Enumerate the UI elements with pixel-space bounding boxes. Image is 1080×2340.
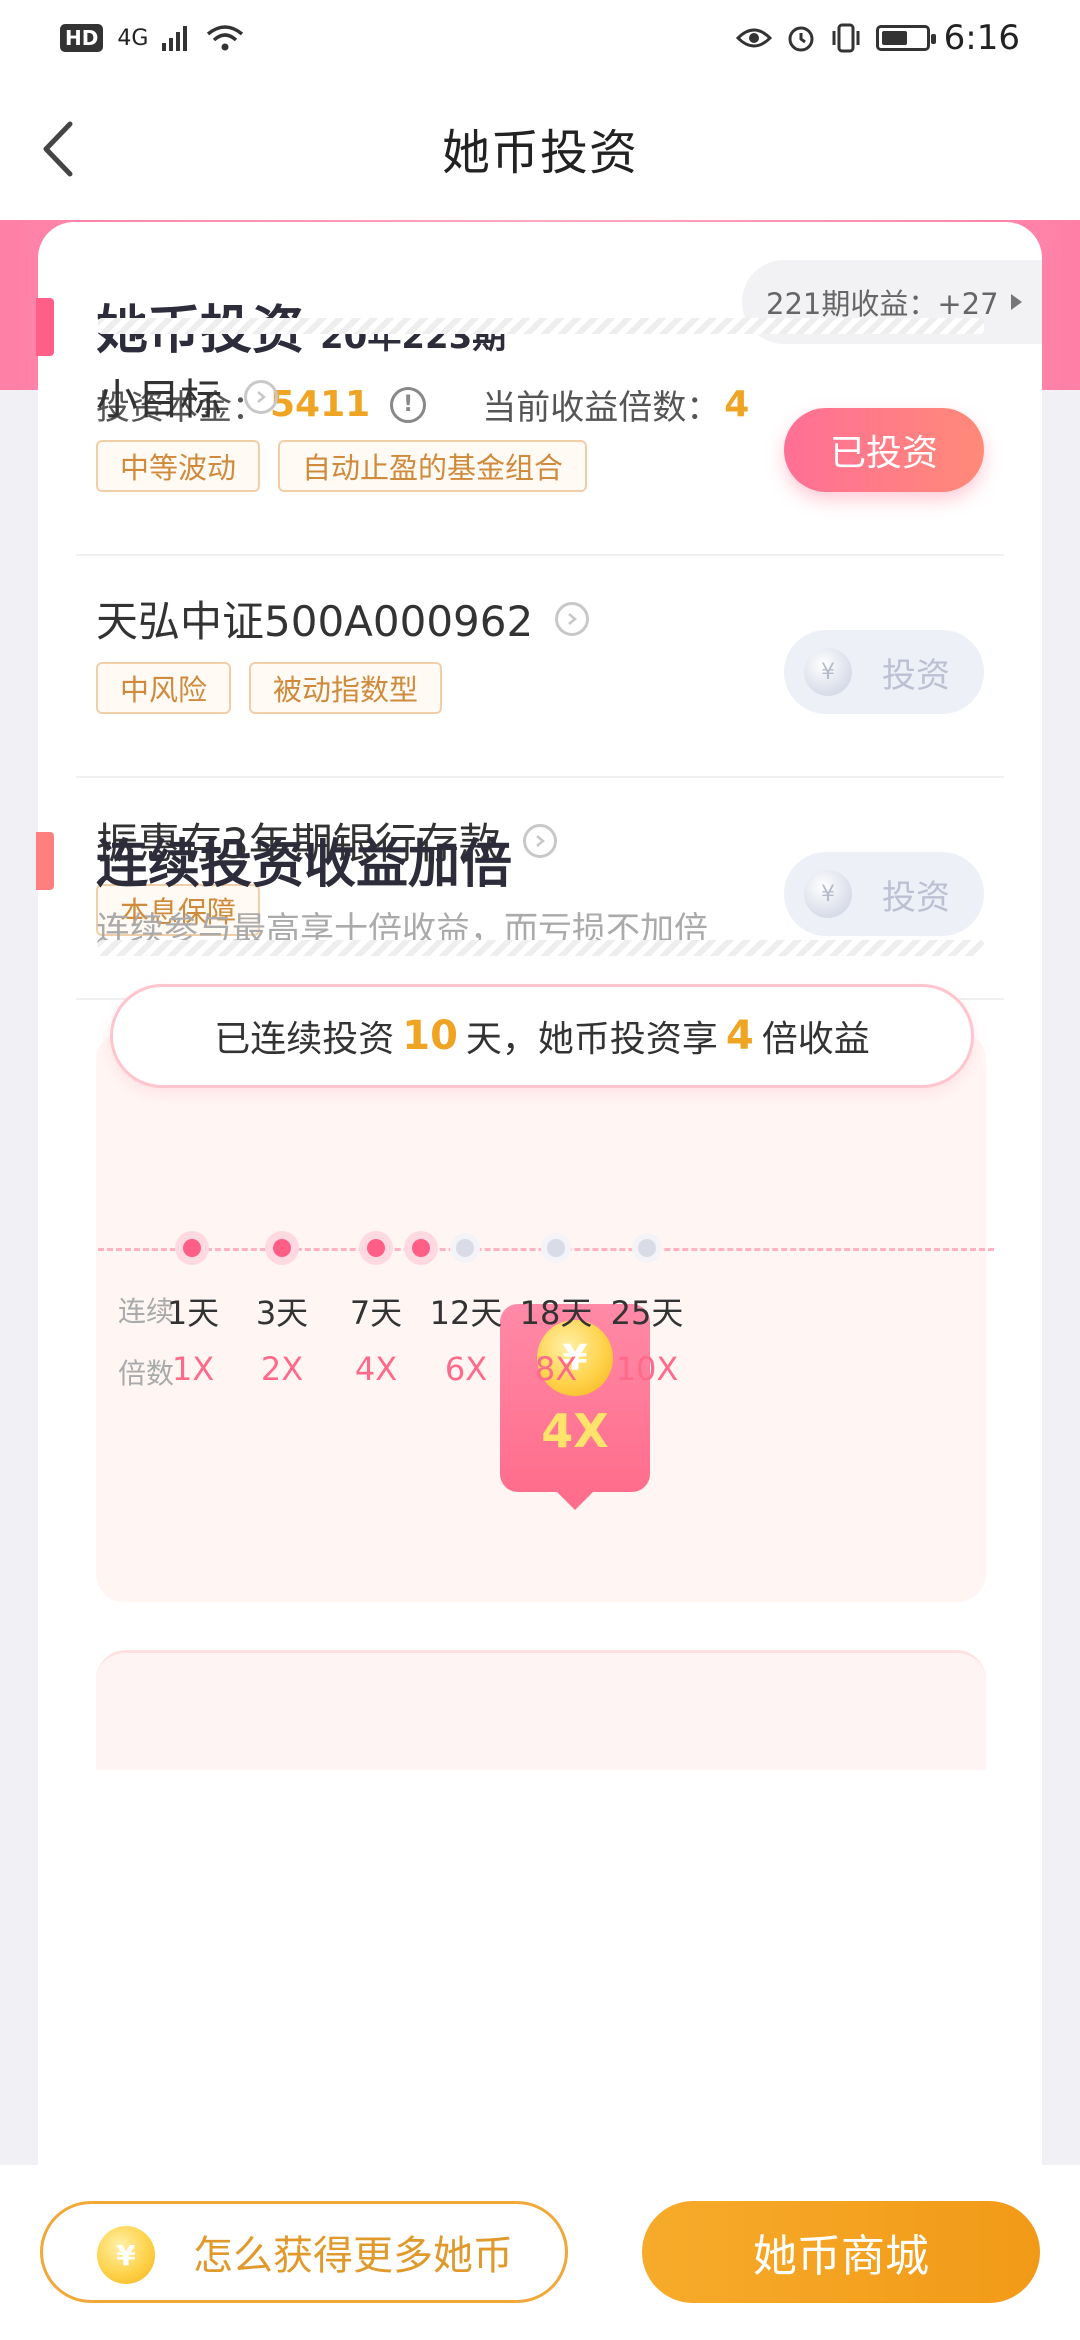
timeline-dot — [456, 1239, 474, 1257]
status-right: 6:16 — [735, 18, 1020, 58]
item-tags: 中风险 被动指数型 — [96, 662, 443, 714]
investment-item: 小目标 中等波动 自动止盈的基金组合 已投资 — [76, 336, 1004, 556]
hd-badge: HD — [60, 24, 104, 52]
battery-fill — [881, 31, 907, 45]
section-accent-bar — [36, 832, 54, 890]
investment-item: 天弘中证500A000962 中风险 被动指数型 ¥ 投资 — [76, 558, 1004, 778]
status-time: 6:16 — [943, 18, 1020, 58]
streak-mid: 天，她币投资享 — [465, 1019, 718, 1060]
item-tag: 被动指数型 — [249, 662, 443, 714]
current-multiplier-text: 4X — [541, 1404, 609, 1458]
coin-mall-button[interactable]: 她币商城 — [642, 2201, 1040, 2303]
chevron-right-icon — [555, 601, 590, 636]
streak-multiplier: 4 — [725, 1013, 754, 1059]
invested-button[interactable]: 已投资 — [784, 408, 984, 492]
streak-status-pill: 已连续投资 10 天，她币投资享 4 倍收益 — [110, 984, 974, 1088]
title-accent-bar — [36, 298, 54, 356]
silver-coin-icon: ¥ — [804, 648, 852, 696]
item-name-row[interactable]: 小目标 — [96, 366, 279, 427]
alarm-icon — [788, 26, 814, 52]
bonus-section-title: 连续投资收益加倍 — [96, 835, 513, 895]
next-section-card — [96, 1650, 986, 1770]
vibrate-icon — [832, 23, 860, 53]
gold-coin-icon: ¥ — [97, 2226, 155, 2284]
item-name-row[interactable]: 天弘中证500A000962 — [96, 588, 590, 649]
back-arrow-icon[interactable] — [36, 116, 96, 182]
bottom-action-bar: ¥ 怎么获得更多她币 她币商城 — [0, 2165, 1080, 2340]
divider-hatch — [98, 318, 984, 334]
status-left: HD 4G — [60, 24, 244, 52]
item-tag: 中风险 — [96, 662, 232, 714]
network-label: 4G — [117, 25, 149, 51]
prev-period-earnings-label: 221期收益：+27 — [766, 287, 999, 321]
timeline-dot — [183, 1239, 201, 1257]
streak-days: 10 — [402, 1013, 458, 1059]
earn-more-coins-label: 怎么获得更多她币 — [193, 2233, 513, 2279]
timeline-dot — [547, 1239, 565, 1257]
milestone-multiplier: 10X — [615, 1350, 679, 1388]
play-arrow-icon — [1010, 294, 1022, 310]
item-name: 小目标 — [96, 375, 223, 424]
battery-icon — [875, 25, 936, 51]
timeline-dot — [412, 1239, 430, 1257]
timeline-dot — [367, 1239, 385, 1257]
eye-icon — [735, 28, 772, 48]
streak-suffix: 倍收益 — [761, 1019, 870, 1060]
earn-more-coins-button[interactable]: ¥ 怎么获得更多她币 — [40, 2201, 568, 2303]
chevron-right-icon — [244, 379, 279, 414]
page-title: 她币投资 — [441, 125, 638, 181]
wifi-icon — [207, 25, 244, 51]
invest-button-label: 投资 — [882, 655, 950, 696]
chevron-right-icon — [522, 823, 557, 858]
item-tag: 中等波动 — [96, 440, 261, 492]
invest-button[interactable]: ¥ 投资 — [784, 630, 984, 714]
nav-bar: 她币投资 — [0, 76, 1080, 220]
milestone-day: 25天 — [610, 1294, 684, 1332]
main-card: 她币投资 20年223期 221期收益：+27 投资本金： 5411 ! 当前收… — [36, 222, 1042, 2252]
screen: HD 4G 6:16 她币投资 20年223期 221期收益：+27 投资本金：… — [0, 0, 1080, 2340]
signal-icon — [162, 26, 188, 51]
item-tags: 中等波动 自动止盈的基金组合 — [96, 440, 588, 492]
timeline-dot — [638, 1239, 656, 1257]
streak-prefix: 已连续投资 — [214, 1019, 395, 1060]
status-bar: HD 4G 6:16 — [0, 0, 1080, 76]
timeline-dot — [273, 1239, 291, 1257]
invest-button-label: 投资 — [882, 877, 950, 918]
streak-timeline — [98, 1248, 994, 1251]
item-name: 天弘中证500A000962 — [96, 597, 534, 646]
divider-hatch — [98, 940, 984, 956]
silver-coin-icon: ¥ — [804, 870, 852, 918]
invest-button[interactable]: ¥ 投资 — [784, 852, 984, 936]
item-tag: 自动止盈的基金组合 — [278, 440, 588, 492]
